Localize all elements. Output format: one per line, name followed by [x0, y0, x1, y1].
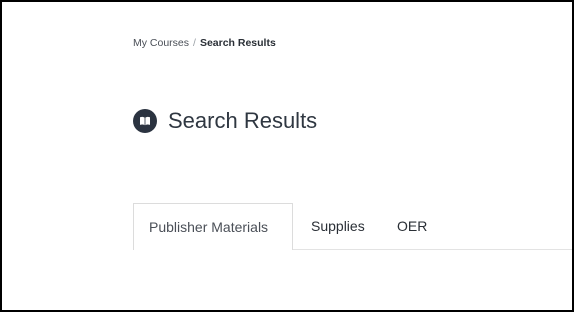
- breadcrumb-separator: /: [193, 37, 196, 49]
- tab-label: Publisher Materials: [149, 219, 269, 235]
- tab-supplies[interactable]: Supplies: [311, 203, 365, 249]
- tab-label: Supplies: [311, 218, 365, 234]
- book-icon: [133, 109, 157, 133]
- page-header: Search Results: [133, 106, 317, 136]
- breadcrumb-link-my-courses[interactable]: My Courses: [133, 37, 189, 49]
- page-frame: My Courses / Search Results Search Results…: [2, 2, 572, 310]
- page-title: Search Results: [168, 108, 318, 133]
- tab-oer[interactable]: OER: [397, 203, 427, 249]
- tab-label: OER: [397, 218, 428, 234]
- breadcrumb-current: Search Results: [199, 37, 276, 49]
- tab-publisher-materials[interactable]: Publisher Materials: [133, 203, 293, 250]
- breadcrumb: My Courses / Search Results: [133, 37, 276, 49]
- tab-bar: Publisher Materials Supplies OER: [133, 203, 572, 250]
